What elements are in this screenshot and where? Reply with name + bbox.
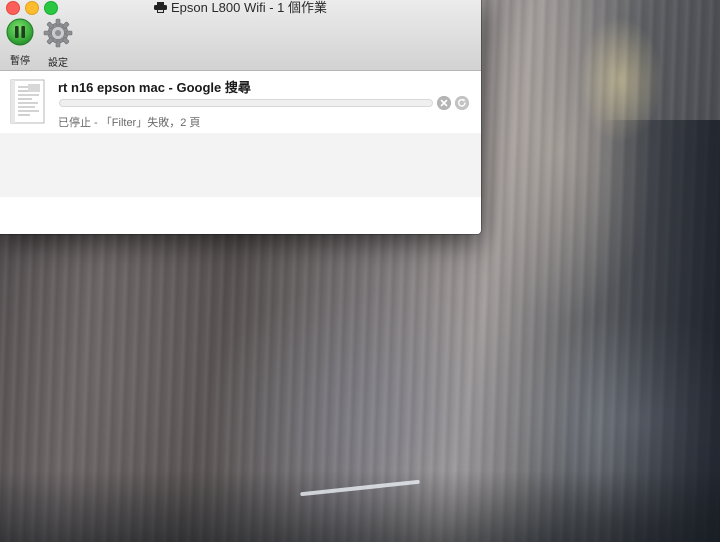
delete-job-button[interactable] [437,96,451,110]
job-list-empty-area [0,133,481,197]
window-title: Epson L800 Wifi - 1 個作業 [170,0,328,15]
job-progress-bar [59,99,433,107]
printer-settings-button[interactable]: 設定 [38,18,78,69]
resume-job-button[interactable] [455,96,469,110]
job-name: rt n16 epson mac - Google 搜尋 [58,80,251,95]
pause-printer-button[interactable]: 暫停 [0,18,40,67]
document-icon [10,79,46,130]
job-list-bottom-area [0,197,481,234]
settings-label: 設定 [48,58,68,69]
pause-label: 暫停 [10,56,30,67]
window-title-container: Epson L800 Wifi - 1 個作業 [0,0,481,17]
pause-icon [6,18,34,50]
print-queue-window: Epson L800 Wifi - 1 個作業 暫停 設定 rt n16 eps… [0,0,481,234]
printer-icon [153,1,167,17]
job-status: 已停止 - 「Filter」失敗，2 頁 [58,117,201,129]
print-job-row[interactable]: rt n16 epson mac - Google 搜尋 已停止 - 「Filt… [0,71,481,133]
window-titlebar[interactable]: Epson L800 Wifi - 1 個作業 暫停 設定 [0,0,481,71]
gear-icon [43,18,73,52]
wallpaper-ground-shadow [0,470,720,542]
